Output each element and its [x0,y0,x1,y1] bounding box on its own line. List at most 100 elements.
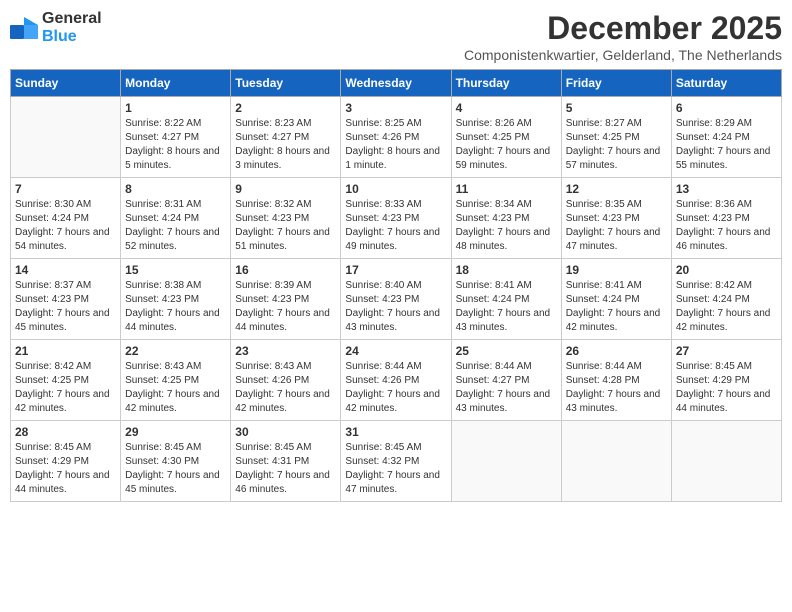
day-info: Sunrise: 8:41 AMSunset: 4:24 PMDaylight:… [566,279,667,335]
page-header: General Blue December 2025 Componistenkw… [10,10,782,63]
calendar-cell: 31 Sunrise: 8:45 AMSunset: 4:32 PMDayligh… [341,421,451,502]
calendar-cell: 7 Sunrise: 8:30 AMSunset: 4:24 PMDaylight… [11,178,121,259]
day-info: Sunrise: 8:26 AMSunset: 4:25 PMDaylight:… [456,117,557,173]
day-number: 1 [125,101,226,115]
day-info: Sunrise: 8:41 AMSunset: 4:24 PMDaylight:… [456,279,557,335]
day-number: 30 [235,425,336,439]
day-info: Sunrise: 8:45 AMSunset: 4:32 PMDaylight:… [345,441,446,497]
logo-general: General [42,10,102,27]
day-number: 13 [676,182,777,196]
day-info: Sunrise: 8:43 AMSunset: 4:25 PMDaylight:… [125,360,226,416]
logo: General Blue [10,10,102,46]
day-info: Sunrise: 8:30 AMSunset: 4:24 PMDaylight:… [15,198,116,254]
calendar-cell: 14 Sunrise: 8:37 AMSunset: 4:23 PMDayligh… [11,259,121,340]
calendar-cell: 26 Sunrise: 8:44 AMSunset: 4:28 PMDayligh… [561,340,671,421]
day-number: 10 [345,182,446,196]
day-info: Sunrise: 8:23 AMSunset: 4:27 PMDaylight:… [235,117,336,173]
header-tuesday: Tuesday [231,70,341,97]
calendar-cell: 30 Sunrise: 8:45 AMSunset: 4:31 PMDayligh… [231,421,341,502]
day-number: 2 [235,101,336,115]
day-number: 15 [125,263,226,277]
calendar-cell: 24 Sunrise: 8:44 AMSunset: 4:26 PMDayligh… [341,340,451,421]
calendar-week-4: 28 Sunrise: 8:45 AMSunset: 4:29 PMDayligh… [11,421,782,502]
day-number: 3 [345,101,446,115]
day-info: Sunrise: 8:44 AMSunset: 4:28 PMDaylight:… [566,360,667,416]
day-info: Sunrise: 8:45 AMSunset: 4:29 PMDaylight:… [15,441,116,497]
day-number: 18 [456,263,557,277]
header-thursday: Thursday [451,70,561,97]
calendar-header-row: SundayMondayTuesdayWednesdayThursdayFrid… [11,70,782,97]
logo-icon [10,17,38,39]
day-info: Sunrise: 8:27 AMSunset: 4:25 PMDaylight:… [566,117,667,173]
calendar-cell: 21Sunrise: 8:42 AMSunset: 4:25 PMDayligh… [11,340,121,421]
day-number: 5 [566,101,667,115]
day-number: 29 [125,425,226,439]
day-number: 4 [456,101,557,115]
calendar-cell: 2 Sunrise: 8:23 AMSunset: 4:27 PMDaylight… [231,97,341,178]
header-wednesday: Wednesday [341,70,451,97]
day-number: 11 [456,182,557,196]
title-block: December 2025 Componistenkwartier, Gelde… [464,10,782,63]
calendar-cell [451,421,561,502]
day-info: Sunrise: 8:39 AMSunset: 4:23 PMDaylight:… [235,279,336,335]
calendar-cell: 9 Sunrise: 8:32 AMSunset: 4:23 PMDaylight… [231,178,341,259]
day-info: Sunrise: 8:31 AMSunset: 4:24 PMDaylight:… [125,198,226,254]
day-number: 28 [15,425,116,439]
day-info: Sunrise: 8:25 AMSunset: 4:26 PMDaylight:… [345,117,446,173]
calendar-cell: 13Sunrise: 8:36 AMSunset: 4:23 PMDayligh… [671,178,781,259]
calendar-cell: 29Sunrise: 8:45 AMSunset: 4:30 PMDayligh… [121,421,231,502]
day-info: Sunrise: 8:40 AMSunset: 4:23 PMDaylight:… [345,279,446,335]
calendar-cell: 8 Sunrise: 8:31 AMSunset: 4:24 PMDaylight… [121,178,231,259]
month-title: December 2025 [464,10,782,47]
header-saturday: Saturday [671,70,781,97]
calendar-cell [671,421,781,502]
calendar-cell: 23Sunrise: 8:43 AMSunset: 4:26 PMDayligh… [231,340,341,421]
day-info: Sunrise: 8:33 AMSunset: 4:23 PMDaylight:… [345,198,446,254]
header-friday: Friday [561,70,671,97]
logo-text: General Blue [42,10,102,46]
day-info: Sunrise: 8:37 AMSunset: 4:23 PMDaylight:… [15,279,116,335]
calendar-cell: 1Sunrise: 8:22 AMSunset: 4:27 PMDaylight… [121,97,231,178]
day-number: 14 [15,263,116,277]
day-number: 19 [566,263,667,277]
day-number: 24 [345,344,446,358]
day-number: 8 [125,182,226,196]
day-info: Sunrise: 8:32 AMSunset: 4:23 PMDaylight:… [235,198,336,254]
day-info: Sunrise: 8:34 AMSunset: 4:23 PMDaylight:… [456,198,557,254]
calendar-table: SundayMondayTuesdayWednesdayThursdayFrid… [10,69,782,502]
calendar-cell: 16 Sunrise: 8:39 AMSunset: 4:23 PMDayligh… [231,259,341,340]
day-info: Sunrise: 8:45 AMSunset: 4:29 PMDaylight:… [676,360,777,416]
day-number: 22 [125,344,226,358]
header-sunday: Sunday [11,70,121,97]
logo-blue: Blue [42,28,77,45]
calendar-cell: 12Sunrise: 8:35 AMSunset: 4:23 PMDayligh… [561,178,671,259]
calendar-cell: 20Sunrise: 8:42 AMSunset: 4:24 PMDayligh… [671,259,781,340]
calendar-cell: 28 Sunrise: 8:45 AMSunset: 4:29 PMDayligh… [11,421,121,502]
calendar-week-1: 7 Sunrise: 8:30 AMSunset: 4:24 PMDaylight… [11,178,782,259]
day-number: 9 [235,182,336,196]
header-monday: Monday [121,70,231,97]
calendar-cell: 4 Sunrise: 8:26 AMSunset: 4:25 PMDaylight… [451,97,561,178]
day-info: Sunrise: 8:29 AMSunset: 4:24 PMDaylight:… [676,117,777,173]
calendar-week-2: 14 Sunrise: 8:37 AMSunset: 4:23 PMDayligh… [11,259,782,340]
day-number: 26 [566,344,667,358]
calendar-cell: 11 Sunrise: 8:34 AMSunset: 4:23 PMDayligh… [451,178,561,259]
calendar-cell: 22 Sunrise: 8:43 AMSunset: 4:25 PMDayligh… [121,340,231,421]
day-info: Sunrise: 8:38 AMSunset: 4:23 PMDaylight:… [125,279,226,335]
day-number: 16 [235,263,336,277]
day-info: Sunrise: 8:44 AMSunset: 4:26 PMDaylight:… [345,360,446,416]
day-number: 27 [676,344,777,358]
day-number: 20 [676,263,777,277]
calendar-week-0: 1Sunrise: 8:22 AMSunset: 4:27 PMDaylight… [11,97,782,178]
calendar-cell: 18 Sunrise: 8:41 AMSunset: 4:24 PMDayligh… [451,259,561,340]
calendar-cell: 19 Sunrise: 8:41 AMSunset: 4:24 PMDayligh… [561,259,671,340]
day-number: 7 [15,182,116,196]
day-number: 31 [345,425,446,439]
day-number: 25 [456,344,557,358]
day-info: Sunrise: 8:44 AMSunset: 4:27 PMDaylight:… [456,360,557,416]
calendar-cell [11,97,121,178]
day-info: Sunrise: 8:45 AMSunset: 4:31 PMDaylight:… [235,441,336,497]
day-info: Sunrise: 8:35 AMSunset: 4:23 PMDaylight:… [566,198,667,254]
day-number: 23 [235,344,336,358]
calendar-cell: 27 Sunrise: 8:45 AMSunset: 4:29 PMDayligh… [671,340,781,421]
